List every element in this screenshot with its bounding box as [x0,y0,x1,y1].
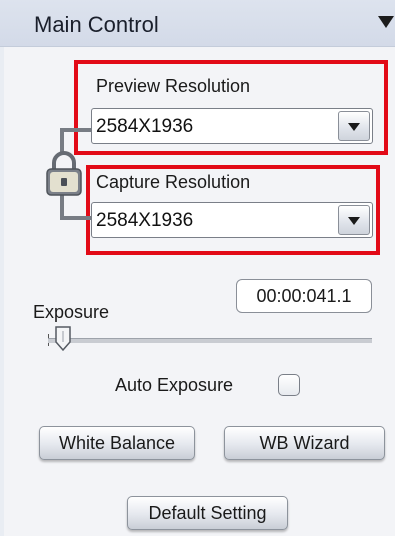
panel-title: Main Control [34,12,159,37]
capture-resolution-select[interactable]: 2584X1936 [91,202,373,238]
link-bracket-bottom [60,194,92,220]
preview-resolution-value: 2584X1936 [96,116,194,137]
default-setting-button[interactable]: Default Setting [127,496,288,530]
chevron-down-icon[interactable] [338,111,370,141]
exposure-slider-track[interactable] [48,338,372,343]
exposure-time-field[interactable]: 00:00:041.1 [236,279,372,313]
white-balance-button[interactable]: White Balance [39,426,195,460]
exposure-label: Exposure [33,302,110,322]
panel-header[interactable]: Main Control [0,0,395,47]
collapse-icon[interactable] [378,16,394,28]
capture-resolution-value: 2584X1936 [96,210,194,231]
exposure-slider-thumb[interactable] [54,326,72,352]
auto-exposure-label: Auto Exposure [115,375,234,395]
preview-resolution-select[interactable]: 2584X1936 [91,108,373,144]
wb-wizard-button[interactable]: WB Wizard [224,426,385,460]
preview-resolution-label: Preview Resolution [96,76,251,96]
auto-exposure-checkbox[interactable] [278,374,300,396]
chevron-down-icon[interactable] [338,205,370,235]
capture-resolution-label: Capture Resolution [96,172,251,192]
lock-icon[interactable] [44,149,84,197]
